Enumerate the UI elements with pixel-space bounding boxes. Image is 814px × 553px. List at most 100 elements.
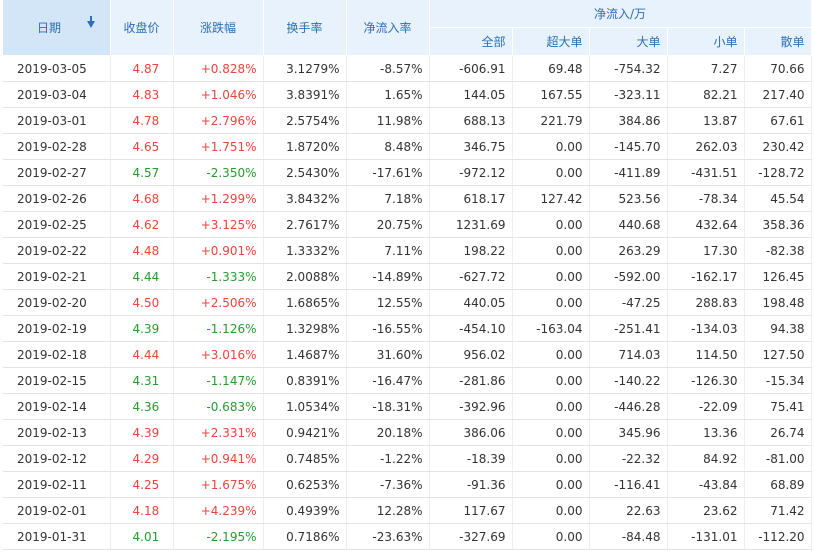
row-net-inflow-rate: 20.75%	[346, 211, 430, 238]
row-net-large: 22.63	[589, 497, 668, 524]
row-close-price: 4.31	[110, 367, 174, 394]
row-net-all: -392.96	[429, 393, 513, 420]
row-close-price: 4.50	[110, 289, 174, 316]
row-net-super-large: 0.00	[512, 263, 590, 290]
header-turnover[interactable]: 换手率	[263, 0, 347, 56]
row-net-super-large: 0.00	[512, 419, 590, 446]
row-net-small: -43.84	[667, 471, 745, 498]
row-net-small: 7.27	[667, 55, 745, 82]
row-net-large: -140.22	[589, 367, 668, 394]
row-close-price: 4.18	[110, 497, 174, 524]
fund-flow-table: 日期 收盘价 涨跌幅 换手率 净流入率 净流入/万 全部 超大单 大单 小单 散…	[3, 0, 812, 550]
row-net-super-large: 69.48	[512, 55, 590, 82]
row-close-price: 4.01	[110, 523, 174, 550]
row-net-large: -22.32	[589, 445, 668, 472]
row-net-small: -431.51	[667, 159, 745, 186]
row-net-super-large: 127.42	[512, 185, 590, 212]
row-net-all: -281.86	[429, 367, 513, 394]
row-date: 2019-03-04	[3, 81, 111, 108]
row-net-large: -116.41	[589, 471, 668, 498]
row-net-large: 263.29	[589, 237, 668, 264]
row-net-all: 346.75	[429, 133, 513, 160]
header-net-inflow-rate[interactable]: 净流入率	[346, 0, 430, 56]
header-large[interactable]: 大单	[589, 27, 668, 56]
table-row: 2019-02-22 4.48 +0.901% 1.3332% 7.11% 198.22 0…	[3, 237, 812, 264]
row-turnover: 1.8720%	[263, 133, 347, 160]
row-change-pct: +1.751%	[173, 133, 264, 160]
row-net-super-large: 0.00	[512, 237, 590, 264]
header-net-inflow-group: 净流入/万	[429, 0, 812, 28]
row-change-pct: +3.125%	[173, 211, 264, 238]
row-net-all: -18.39	[429, 445, 513, 472]
table-row: 2019-01-31 4.01 -2.195% 0.7186% -23.63% -327.…	[3, 523, 812, 550]
table-row: 2019-02-27 4.57 -2.350% 2.5430% -17.61% -972.…	[3, 159, 812, 186]
table-row: 2019-02-20 4.50 +2.506% 1.6865% 12.55% 440.05…	[3, 289, 812, 316]
row-net-all: -91.36	[429, 471, 513, 498]
row-net-retail: 198.48	[744, 289, 812, 316]
row-turnover: 2.7617%	[263, 211, 347, 238]
row-net-all: 440.05	[429, 289, 513, 316]
row-turnover: 0.9421%	[263, 419, 347, 446]
row-net-retail: 230.42	[744, 133, 812, 160]
table-row: 2019-02-13 4.39 +2.331% 0.9421% 20.18% 386.06…	[3, 419, 812, 446]
row-net-retail: 71.42	[744, 497, 812, 524]
row-net-large: 345.96	[589, 419, 668, 446]
header-retail[interactable]: 散单	[744, 27, 812, 56]
row-net-inflow-rate: 1.65%	[346, 81, 430, 108]
table-row: 2019-03-04 4.83 +1.046% 3.8391% 1.65% 144.05 1…	[3, 81, 812, 108]
row-net-retail: 126.45	[744, 263, 812, 290]
header-date[interactable]: 日期	[3, 0, 111, 56]
row-net-inflow-rate: 12.55%	[346, 289, 430, 316]
row-change-pct: +0.828%	[173, 55, 264, 82]
row-net-retail: 127.50	[744, 341, 812, 368]
row-close-price: 4.36	[110, 393, 174, 420]
row-change-pct: -1.126%	[173, 315, 264, 342]
table-row: 2019-03-05 4.87 +0.828% 3.1279% -8.57% -606.9…	[3, 55, 812, 82]
row-net-inflow-rate: 11.98%	[346, 107, 430, 134]
row-date: 2019-02-13	[3, 419, 111, 446]
row-turnover: 0.7485%	[263, 445, 347, 472]
table-row: 2019-02-25 4.62 +3.125% 2.7617% 20.75% 1231.6…	[3, 211, 812, 238]
row-close-price: 4.39	[110, 315, 174, 342]
row-net-small: -78.34	[667, 185, 745, 212]
row-net-super-large: 0.00	[512, 445, 590, 472]
row-net-small: 288.83	[667, 289, 745, 316]
row-change-pct: +2.796%	[173, 107, 264, 134]
row-net-inflow-rate: -23.63%	[346, 523, 430, 550]
row-net-inflow-rate: -16.47%	[346, 367, 430, 394]
row-change-pct: +0.901%	[173, 237, 264, 264]
row-net-retail: -15.34	[744, 367, 812, 394]
table-header: 日期 收盘价 涨跌幅 换手率 净流入率 净流入/万 全部 超大单 大单 小单 散…	[3, 0, 812, 56]
row-net-large: -251.41	[589, 315, 668, 342]
row-net-retail: 68.89	[744, 471, 812, 498]
row-change-pct: -2.350%	[173, 159, 264, 186]
row-net-super-large: 0.00	[512, 497, 590, 524]
table-row: 2019-02-18 4.44 +3.016% 1.4687% 31.60% 956.02…	[3, 341, 812, 368]
row-date: 2019-02-18	[3, 341, 111, 368]
row-change-pct: +1.046%	[173, 81, 264, 108]
sort-down-arrow-icon[interactable]	[87, 16, 95, 28]
header-super-large[interactable]: 超大单	[512, 27, 590, 56]
header-small[interactable]: 小单	[667, 27, 745, 56]
row-net-retail: 75.41	[744, 393, 812, 420]
row-close-price: 4.29	[110, 445, 174, 472]
row-change-pct: +3.016%	[173, 341, 264, 368]
row-net-small: 114.50	[667, 341, 745, 368]
row-turnover: 1.0534%	[263, 393, 347, 420]
table-row: 2019-02-12 4.29 +0.941% 0.7485% -1.22% -18.39…	[3, 445, 812, 472]
header-all[interactable]: 全部	[429, 27, 513, 56]
row-net-large: -592.00	[589, 263, 668, 290]
row-date: 2019-02-27	[3, 159, 111, 186]
row-net-all: -606.91	[429, 55, 513, 82]
header-close[interactable]: 收盘价	[110, 0, 174, 56]
row-net-large: -446.28	[589, 393, 668, 420]
row-date: 2019-02-21	[3, 263, 111, 290]
row-net-small: -131.01	[667, 523, 745, 550]
row-date: 2019-02-25	[3, 211, 111, 238]
header-change[interactable]: 涨跌幅	[173, 0, 264, 56]
row-net-super-large: 0.00	[512, 393, 590, 420]
row-turnover: 1.3298%	[263, 315, 347, 342]
row-date: 2019-02-14	[3, 393, 111, 420]
row-net-super-large: 0.00	[512, 523, 590, 550]
table-row: 2019-02-11 4.25 +1.675% 0.6253% -7.36% -91.36…	[3, 471, 812, 498]
